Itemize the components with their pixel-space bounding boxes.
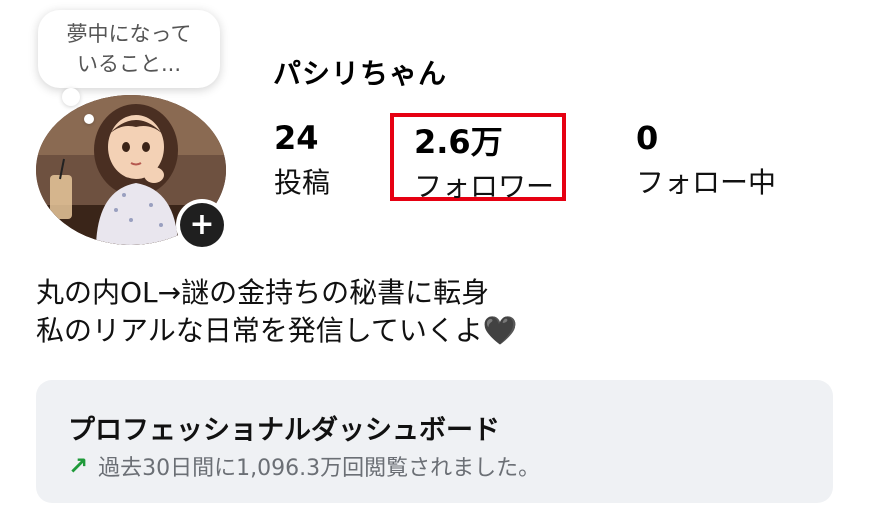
posts-stat[interactable]: 24 投稿 <box>274 118 330 204</box>
add-story-button[interactable]: + <box>176 199 228 251</box>
followers-count: 2.6万 <box>414 123 503 161</box>
bio-line1: 丸の内OL→謎の金持ちの秘書に転身 <box>36 276 490 309</box>
trend-up-icon: ↗ <box>68 452 89 480</box>
note-bubble-tail-large <box>62 88 80 106</box>
plus-icon: + <box>180 203 224 247</box>
posts-count: 24 <box>274 119 319 157</box>
posts-label: 投稿 <box>274 166 331 199</box>
professional-dashboard-card[interactable]: プロフェッショナルダッシュボード ↗ 過去30日間に1,096.3万回閲覧されま… <box>36 380 833 503</box>
dashboard-subtitle: ↗ 過去30日間に1,096.3万回閲覧されました。 <box>68 450 540 482</box>
following-label: フォロー中 <box>636 166 777 199</box>
note-text-line2: いること... <box>76 52 181 76</box>
note-bubble-tail-small <box>84 114 94 124</box>
profile-bio: 丸の内OL→謎の金持ちの秘書に転身 私のリアルな日常を発信していくよ🖤 <box>36 274 518 350</box>
profile-username: パシリちゃん <box>273 57 448 90</box>
followers-stat[interactable]: 2.6万 フォロワー <box>390 113 566 203</box>
followers-label: フォロワー <box>414 170 555 203</box>
dashboard-views-text: 過去30日間に1,096.3万回閲覧されました。 <box>98 456 541 481</box>
dashboard-title: プロフェッショナルダッシュボード <box>68 415 500 446</box>
following-count: 0 <box>636 119 659 157</box>
note-text-line1: 夢中になって <box>66 22 192 46</box>
note-bubble[interactable]: 夢中になって いること... <box>38 10 220 88</box>
profile-avatar-container[interactable]: + <box>36 95 228 251</box>
bio-line2: 私のリアルな日常を発信していくよ🖤 <box>36 314 518 347</box>
following-stat[interactable]: 0 フォロー中 <box>636 118 776 204</box>
